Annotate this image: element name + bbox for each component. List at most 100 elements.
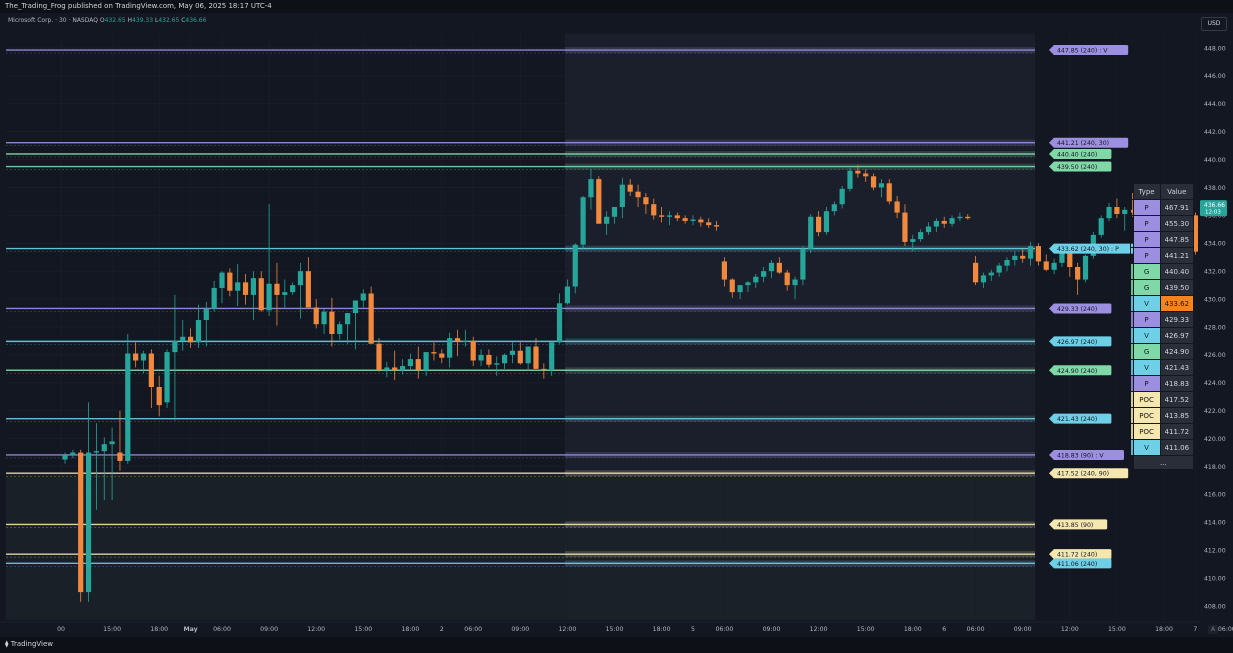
candle-body xyxy=(886,183,892,202)
candle-body xyxy=(525,346,531,364)
candle-body xyxy=(109,441,115,445)
candle-body xyxy=(713,225,720,227)
level-label: 433.62 (240, 30) : P xyxy=(1057,246,1119,253)
level-label: 413.85 (90) xyxy=(1057,522,1093,529)
candle-body xyxy=(604,216,610,224)
table-value-cell: 417.52 xyxy=(1159,391,1195,408)
candle-body xyxy=(235,282,241,291)
last-price-countdown: 12:03 xyxy=(1205,210,1221,216)
x-tick-label: 15:00 xyxy=(1108,626,1126,633)
candle-body xyxy=(1082,255,1089,280)
x-tick-label: 12:00 xyxy=(1061,626,1079,633)
x-tick-label: 09:00 xyxy=(763,626,781,633)
candle-body xyxy=(188,336,194,343)
table-value-cell: 424.90 xyxy=(1159,343,1195,360)
candle-body xyxy=(305,271,311,308)
candle-body xyxy=(761,271,767,277)
candle-body xyxy=(352,300,359,314)
candle-body xyxy=(156,386,162,406)
level-label: 418.83 (90) : V xyxy=(1057,452,1104,459)
table-type-cell: P xyxy=(1132,247,1161,264)
candle-body xyxy=(816,216,822,233)
x-tick-label: 09:00 xyxy=(260,626,278,633)
y-tick-label: 432.00 xyxy=(1204,268,1226,275)
price-chart[interactable]: 447.85 (240) : V 441.21 (240, 30) 440.40 (… xyxy=(0,0,1233,637)
candle-body xyxy=(808,216,814,249)
table-row: G 439.50 xyxy=(1130,279,1195,296)
candle-body xyxy=(313,307,319,325)
candle-body xyxy=(62,455,68,460)
x-tick-label: 06:00 xyxy=(967,626,985,633)
candle-body xyxy=(1075,267,1081,280)
table-type-cell: POC xyxy=(1132,391,1161,408)
candle-body xyxy=(1067,253,1073,268)
table-row: G 424.90 xyxy=(1130,343,1195,360)
candle-body xyxy=(611,207,618,217)
candle-body xyxy=(125,353,131,461)
candle-body xyxy=(78,452,84,593)
candle-body xyxy=(337,324,343,334)
candle-body xyxy=(698,219,704,223)
candle-body xyxy=(941,220,947,224)
candle-body xyxy=(1098,218,1104,235)
table-value-cell: 441.21 xyxy=(1159,247,1195,264)
candle-body xyxy=(266,283,272,311)
candle-body xyxy=(133,353,139,361)
candle-body xyxy=(399,366,406,371)
y-tick-label: 430.00 xyxy=(1204,296,1226,303)
last-price-label: 436.66 xyxy=(1204,202,1225,209)
auto-scale-button[interactable]: A xyxy=(1208,625,1218,634)
x-tick-label: 09:00 xyxy=(511,626,529,633)
candle-body xyxy=(1020,255,1026,259)
x-tick-label: 06:00 xyxy=(1218,626,1233,633)
currency-button[interactable]: USD xyxy=(1201,17,1227,31)
x-tick-label: 06:00 xyxy=(213,626,231,633)
candle-body xyxy=(486,354,492,365)
candle-body xyxy=(117,452,123,461)
x-tick-label: 18:00 xyxy=(150,626,168,633)
candle-body xyxy=(572,244,578,287)
ohlc-h: H439.33 xyxy=(125,17,154,24)
candle-body xyxy=(776,262,782,273)
x-tick-label: 09:00 xyxy=(1014,626,1032,633)
candle-body xyxy=(297,271,304,286)
candle-body xyxy=(462,340,468,342)
candle-body xyxy=(502,354,508,364)
level-label: 411.06 (240) xyxy=(1057,561,1097,568)
table-value-cell: 411.72 xyxy=(1159,423,1195,440)
ohlc-values: O432.65 H439.33 L432.65 C436.66 xyxy=(100,17,207,24)
symbol-legend: Microsoft Corp. · 30 · NASDAQ O432.65 H4… xyxy=(8,17,206,24)
candle-body xyxy=(643,197,649,205)
candle-body xyxy=(925,226,932,233)
candle-body xyxy=(745,282,751,286)
x-tick-label: 18:00 xyxy=(904,626,922,633)
candle-body xyxy=(447,338,453,358)
candle-body xyxy=(588,179,594,198)
x-tick-label: 15:00 xyxy=(857,626,875,633)
candle-body xyxy=(659,215,665,217)
table-more-cell: ... xyxy=(1132,455,1195,470)
candle-body xyxy=(360,293,366,301)
candle-body xyxy=(651,204,657,216)
table-row: P 418.83 xyxy=(1130,375,1195,392)
x-tick-label: 15:00 xyxy=(354,626,372,633)
candle-body xyxy=(541,368,547,371)
candle-body xyxy=(965,216,971,219)
candle-body xyxy=(423,352,429,371)
candle-body xyxy=(1114,207,1120,214)
level-label: 426.97 (240) xyxy=(1057,339,1097,346)
level-label: 439.50 (240) xyxy=(1057,164,1097,171)
level-table-header: Type Value xyxy=(1131,183,1195,200)
candle-body xyxy=(533,346,539,369)
candle-body xyxy=(831,204,837,212)
candle-body xyxy=(1122,209,1128,214)
candle-body xyxy=(407,359,413,367)
candle-body xyxy=(768,262,775,272)
candle-body xyxy=(140,353,147,361)
candle-body xyxy=(478,354,484,361)
candle-body xyxy=(148,353,154,387)
symbol-name: Microsoft Corp. · 30 · NASDAQ xyxy=(8,17,98,24)
candle-body xyxy=(290,285,296,293)
x-tick-label: 12:00 xyxy=(307,626,325,633)
candle-body xyxy=(753,276,759,283)
